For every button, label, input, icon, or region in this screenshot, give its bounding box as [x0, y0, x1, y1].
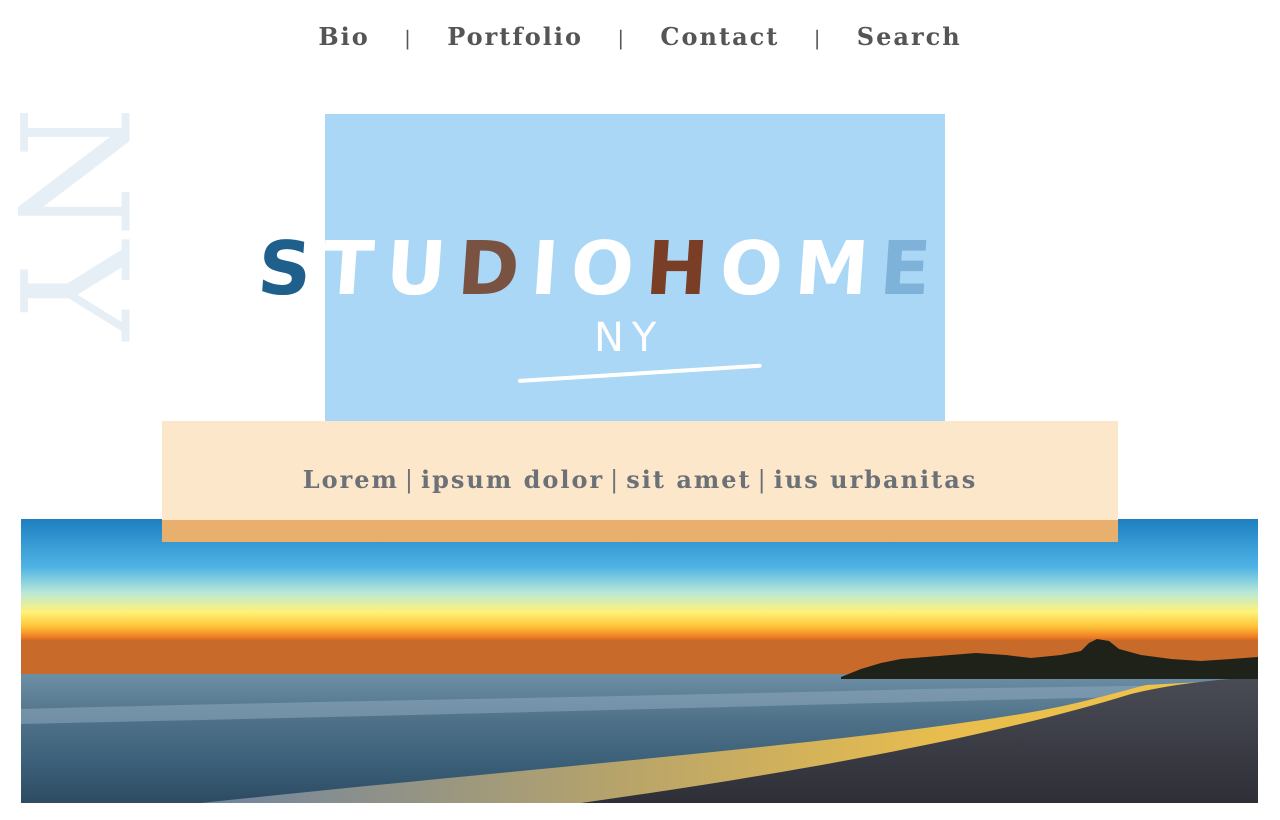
tagline-item: Lorem: [302, 465, 399, 494]
tagline-separator: |: [610, 466, 621, 494]
tagline-item: ipsum dolor: [420, 465, 605, 494]
tagline: Lorem | ipsum dolor | sit amet | ius urbanitas: [162, 465, 1118, 494]
nav-separator: |: [404, 26, 413, 50]
top-nav: Bio | Portfolio | Contact | Search: [0, 22, 1280, 51]
nav-contact-link[interactable]: Contact: [660, 22, 779, 51]
logo-letter: M: [791, 226, 884, 312]
logo-letter: O: [567, 226, 649, 312]
nav-separator: |: [617, 26, 627, 50]
logo-letter: T: [320, 226, 389, 312]
logo-letter: E: [877, 226, 946, 312]
tagline-item: sit amet: [626, 465, 752, 494]
nav-search-link[interactable]: Search: [857, 22, 962, 51]
tagline-panel: Lorem | ipsum dolor | sit amet | ius urbanitas: [162, 421, 1118, 542]
studiohome-logo[interactable]: STUDIOHOME: [254, 226, 1018, 312]
logo-letter: S: [254, 226, 327, 312]
logo-letter: H: [642, 226, 723, 312]
beach-sunset-banner: [21, 519, 1258, 803]
ny-watermark: NY: [0, 105, 159, 345]
beach-sunset-image: [21, 519, 1258, 803]
tagline-separator: |: [757, 466, 768, 494]
logo-letter: I: [528, 226, 574, 312]
tagline-item: ius urbanitas: [773, 465, 978, 494]
page: NY Bio | Portfolio | Contact | Search ST…: [0, 0, 1280, 820]
nav-bio-link[interactable]: Bio: [318, 22, 369, 51]
logo-letter: D: [454, 226, 535, 312]
logo-subtitle: NY: [594, 315, 665, 361]
logo-letter: U: [382, 226, 461, 312]
tagline-accent-bar: [162, 520, 1118, 542]
nav-separator: |: [813, 26, 823, 50]
nav-portfolio-link[interactable]: Portfolio: [447, 22, 583, 51]
tagline-separator: |: [404, 466, 415, 494]
logo-letter: O: [716, 226, 798, 312]
